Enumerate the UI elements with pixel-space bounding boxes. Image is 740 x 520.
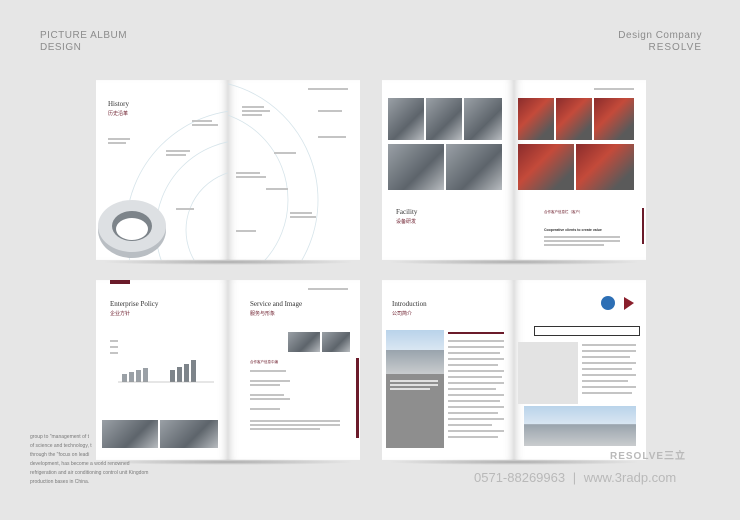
policy-photo-workshop [160, 420, 218, 448]
intro-left-page: Introduction 公司简介 [382, 280, 514, 460]
footer-separator: | [572, 470, 577, 485]
factory-photo-2 [426, 98, 462, 140]
intro-gray-panel [386, 374, 444, 448]
factory-photo-4 [388, 144, 444, 190]
header-left-line2: DESIGN [40, 42, 82, 53]
factory-photo-1 [388, 98, 424, 140]
service-photo-2 [322, 332, 350, 352]
header-left-line1: PICTURE ALBUM [40, 30, 128, 41]
facility-left-page: Facility 设备研发 [382, 80, 514, 260]
overlay-line: through the "focus on leadi [30, 452, 90, 458]
header-right-line1: Design Company [618, 30, 702, 41]
factory-photo-5 [446, 144, 502, 190]
service-title: Service and Image [250, 300, 303, 308]
intro-right-page [514, 280, 646, 460]
company-logos [601, 296, 634, 310]
facility-title: Facility [396, 208, 418, 216]
spread-facility: Facility 设备研发 合作客户信息栏（客户） Cooperative cl… [382, 80, 646, 265]
policy-subtitle: 企业方针 [110, 311, 131, 317]
spread-introduction: Introduction 公司简介 [382, 280, 646, 465]
header-left: PICTURE ALBUM DESIGN [40, 30, 127, 54]
header-right-line2: RESOLVE [648, 42, 702, 53]
footer-contact: 0571-88269963 | www.3radp.com [474, 470, 676, 485]
service-sub-heading: 合作客户信息中编 [250, 360, 278, 364]
footer-website: www.3radp.com [583, 470, 677, 485]
service-subtitle: 服务与形象 [250, 311, 276, 317]
overlay-line: group to "management of t [30, 434, 90, 440]
equipment-photo-5 [576, 144, 634, 190]
history-title: History [108, 100, 129, 108]
overlay-line: refrigeration and air conditioning contr… [30, 470, 149, 476]
overlay-line: production bases in China. [30, 479, 90, 485]
facility-subtitle: 设备研发 [396, 219, 417, 225]
intro-gray-box [518, 342, 578, 404]
intro-headquarters-photo [524, 406, 636, 446]
equipment-photo-4 [518, 144, 574, 190]
factory-photo-3 [464, 98, 502, 140]
facility-right-page: 合作客户信息栏（客户） Cooperative clients to creat… [514, 80, 646, 260]
equipment-photo-2 [556, 98, 592, 140]
service-page: Service and Image 服务与形象 合作客户信息中编 [228, 280, 360, 460]
header-right: Design Company RESOLVE [618, 30, 702, 54]
overlay-paragraph: group to "management of t of science and… [30, 433, 148, 487]
facility-right-heading: 合作客户信息栏（客户） [544, 210, 583, 214]
history-subtitle: 历史沿革 [108, 111, 129, 117]
history-left-page: History 历史沿革 [96, 80, 228, 260]
history-right-page [228, 80, 360, 260]
intro-title: Introduction [392, 300, 427, 308]
equipment-photo-3 [594, 98, 634, 140]
facility-right-sub: Cooperative clients to create value [544, 228, 602, 232]
intro-banner [534, 326, 640, 336]
service-photo-1 [288, 332, 320, 352]
overlay-line: development, has become a world renowned [30, 461, 130, 467]
intro-building-photo [386, 330, 444, 374]
policy-bar-chart [118, 360, 214, 383]
overlay-line: of science and technology, t [30, 443, 92, 449]
spread-history: History 历史沿革 [96, 80, 360, 265]
footer-brand: RESOLVE三立 [610, 451, 687, 462]
footer-phone: 0571-88269963 [474, 470, 566, 485]
bearing-ring-image [98, 200, 166, 258]
policy-title: Enterprise Policy [110, 300, 159, 308]
equipment-photo-1 [518, 98, 554, 140]
intro-subtitle: 公司简介 [392, 311, 413, 317]
